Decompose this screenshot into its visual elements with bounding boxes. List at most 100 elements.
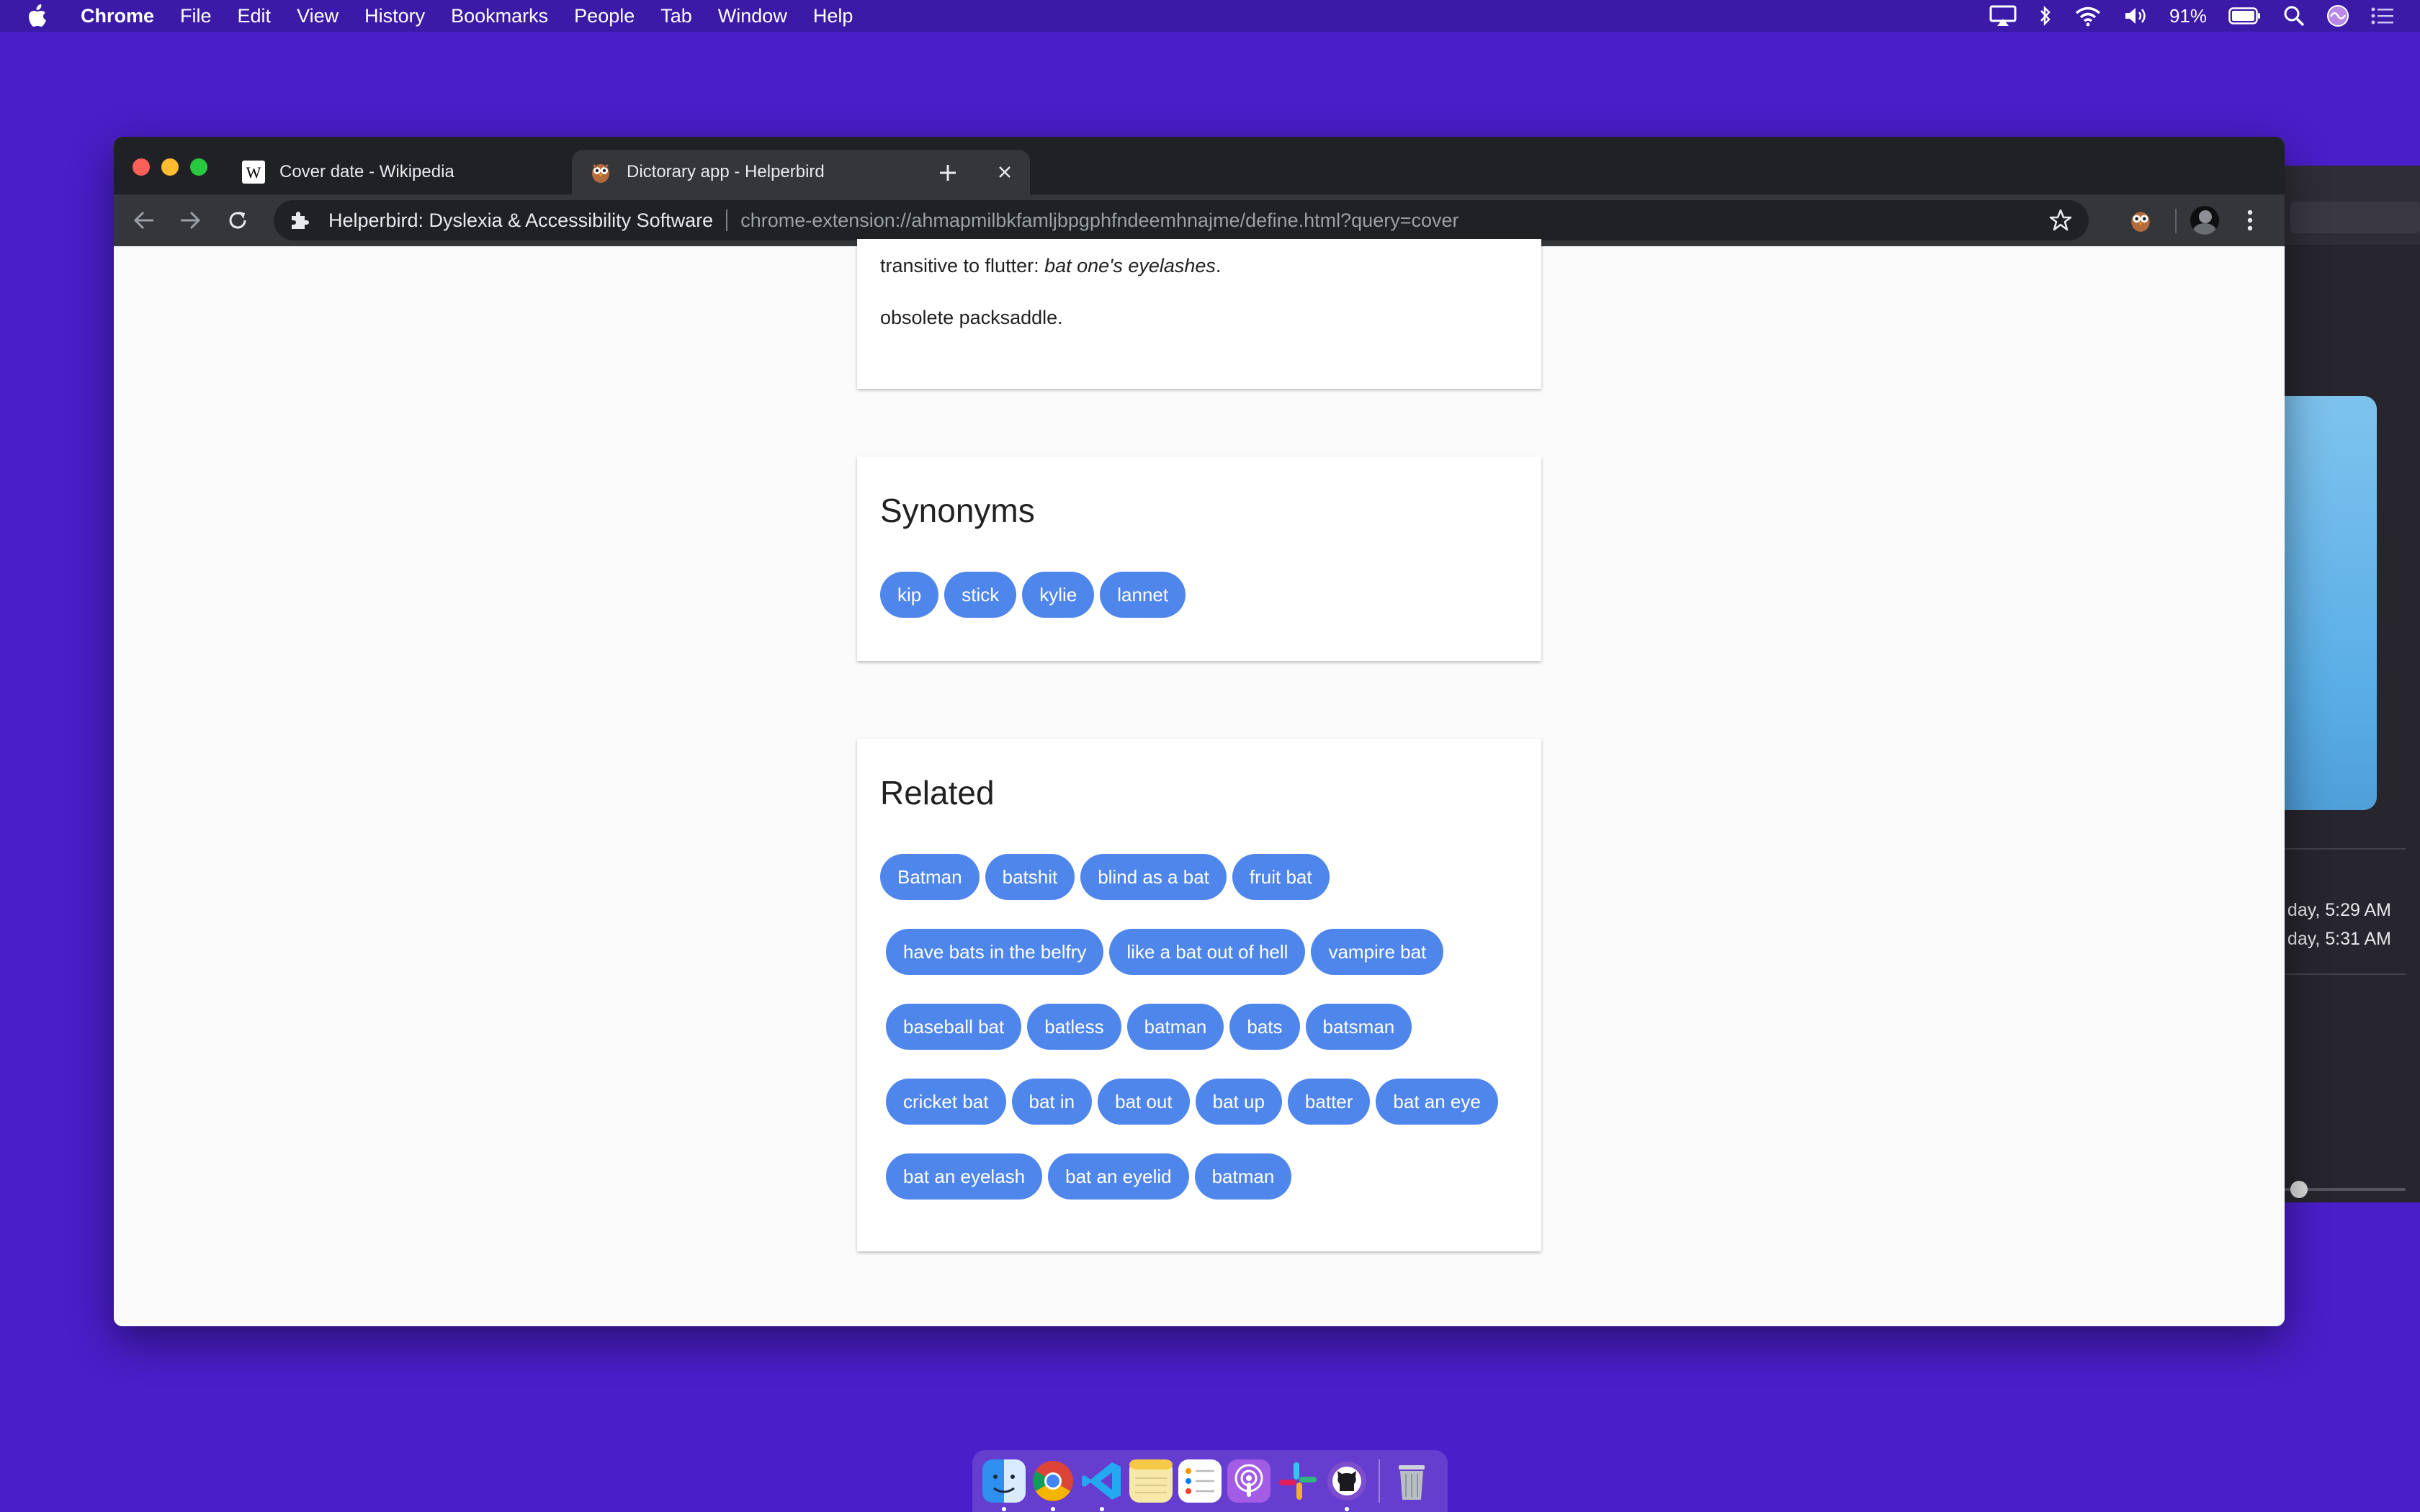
- forward-button[interactable]: [174, 204, 206, 236]
- notes-icon[interactable]: [1129, 1459, 1173, 1503]
- synonym-chip[interactable]: kylie: [1022, 572, 1095, 618]
- spotlight-search-icon[interactable]: [2283, 5, 2305, 27]
- tab-title: Dictorary app - Helperbird: [627, 162, 825, 181]
- reminders-icon[interactable]: [1178, 1459, 1222, 1503]
- definition-line: transitive to flutter: bat one's eyelash…: [880, 255, 1222, 276]
- chip-row: bat an eyelash bat an eyelid batman: [886, 1153, 1498, 1200]
- background-window[interactable]: day, 5:29 AM day, 5:31 AM: [2269, 166, 2420, 1202]
- background-window-thumbnail: [2269, 396, 2377, 810]
- more-vertical-icon: [2247, 210, 2253, 231]
- menu-help[interactable]: Help: [813, 5, 853, 27]
- github-desktop-icon[interactable]: [1325, 1459, 1368, 1511]
- toolbar-separator: [2175, 209, 2177, 233]
- related-chip[interactable]: Batman: [880, 854, 980, 900]
- related-chip[interactable]: batsman: [1305, 1004, 1412, 1050]
- related-chip[interactable]: bats: [1229, 1004, 1300, 1050]
- synonym-chip[interactable]: stick: [944, 572, 1017, 618]
- chrome-icon[interactable]: [1031, 1459, 1075, 1511]
- chrome-menu-button[interactable]: [2234, 204, 2266, 236]
- related-chip[interactable]: bat out: [1098, 1079, 1190, 1125]
- menu-file[interactable]: File: [180, 5, 212, 27]
- menu-tab[interactable]: Tab: [660, 5, 692, 27]
- new-tab-button[interactable]: [931, 156, 965, 190]
- related-chip[interactable]: baseball bat: [886, 1004, 1022, 1050]
- reload-icon: [229, 212, 246, 229]
- airplay-icon[interactable]: [1989, 5, 2017, 27]
- related-chip[interactable]: batter: [1287, 1079, 1371, 1125]
- related-heading: Related: [880, 774, 995, 811]
- helperbird-extension-button[interactable]: [2125, 204, 2156, 236]
- background-window-divider: [2283, 848, 2406, 850]
- related-chip[interactable]: bat an eyelash: [886, 1153, 1043, 1200]
- menu-view[interactable]: View: [297, 5, 339, 27]
- definition-line: obsolete packsaddle.: [880, 307, 1063, 328]
- window-zoom-button[interactable]: [190, 158, 207, 176]
- battery-icon[interactable]: [2228, 6, 2262, 25]
- trash-icon[interactable]: [1390, 1459, 1433, 1503]
- related-chip[interactable]: fruit bat: [1232, 854, 1330, 900]
- background-window-slider-knob[interactable]: [2290, 1181, 2308, 1198]
- background-window-divider: [2283, 973, 2406, 975]
- siri-icon[interactable]: [2326, 4, 2349, 27]
- synonyms-chip-list: kip stick kylie lannet: [880, 572, 1186, 647]
- related-chip[interactable]: cricket bat: [886, 1079, 1006, 1125]
- synonyms-card: Synonyms kip stick kylie lannet: [857, 456, 1541, 661]
- arrow-right-icon: [181, 211, 201, 230]
- related-chip-list: Batman batshit blind as a bat fruit bat …: [880, 854, 1498, 1228]
- related-chip[interactable]: batless: [1027, 1004, 1121, 1050]
- puzzle-icon: [288, 208, 313, 233]
- background-window-time-1: day, 5:29 AM: [2287, 900, 2391, 920]
- tab-close-icon[interactable]: [994, 161, 1016, 183]
- background-window-time-2: day, 5:31 AM: [2287, 929, 2391, 949]
- window-minimize-button[interactable]: [161, 158, 179, 176]
- menu-window[interactable]: Window: [718, 5, 787, 27]
- finder-icon[interactable]: [982, 1459, 1026, 1511]
- dock-separator: [1379, 1459, 1380, 1503]
- related-chip[interactable]: batshit: [985, 854, 1075, 900]
- wifi-icon[interactable]: [2074, 5, 2102, 27]
- related-chip[interactable]: blind as a bat: [1080, 854, 1227, 900]
- bookmark-star-icon[interactable]: [2048, 208, 2073, 233]
- definition-example: bat one's eyelashes: [1044, 255, 1216, 276]
- back-button[interactable]: [128, 204, 160, 236]
- definitions-card: transitive to flutter: bat one's eyelash…: [857, 239, 1541, 389]
- related-chip[interactable]: have bats in the belfry: [886, 929, 1104, 975]
- related-card: Related Batman batshit blind as a bat fr…: [857, 739, 1541, 1251]
- notification-center-icon[interactable]: [2371, 6, 2394, 25]
- vscode-icon[interactable]: [1080, 1459, 1124, 1511]
- menu-edit[interactable]: Edit: [238, 5, 272, 27]
- related-chip[interactable]: batman: [1194, 1153, 1292, 1200]
- volume-icon[interactable]: [2123, 5, 2148, 27]
- related-chip[interactable]: bat an eyelid: [1048, 1153, 1189, 1200]
- address-bar[interactable]: Helperbird: Dyslexia & Accessibility Sof…: [274, 200, 2089, 240]
- owl-icon: [2131, 212, 2150, 232]
- menu-people[interactable]: People: [574, 5, 635, 27]
- menu-bookmarks[interactable]: Bookmarks: [451, 5, 548, 27]
- menu-history[interactable]: History: [364, 5, 425, 27]
- battery-percent: 91%: [2169, 4, 2207, 27]
- site-origin-label: Helperbird: Dyslexia & Accessibility Sof…: [328, 209, 714, 231]
- related-chip[interactable]: bat in: [1011, 1079, 1093, 1125]
- wikipedia-icon: W: [242, 161, 265, 184]
- related-chip[interactable]: bat up: [1195, 1079, 1282, 1125]
- chip-row: have bats in the belfry like a bat out o…: [886, 929, 1498, 975]
- podcasts-icon[interactable]: [1227, 1459, 1270, 1503]
- omnibox-divider: [726, 210, 728, 231]
- chip-row: cricket bat bat in bat out bat up batter…: [886, 1079, 1498, 1125]
- profile-avatar[interactable]: [2190, 206, 2219, 235]
- related-chip[interactable]: like a bat out of hell: [1109, 929, 1306, 975]
- apple-icon[interactable]: [29, 4, 50, 27]
- background-window-search-field[interactable]: [2290, 202, 2420, 233]
- synonym-chip[interactable]: kip: [880, 572, 939, 618]
- related-chip[interactable]: vampire bat: [1311, 929, 1444, 975]
- related-chip[interactable]: bat an eye: [1376, 1079, 1498, 1125]
- reload-button[interactable]: [222, 204, 254, 236]
- url-text[interactable]: chrome-extension://ahmapmilbkfamljbpgphf…: [740, 210, 1458, 232]
- menu-app-chrome[interactable]: Chrome: [81, 5, 154, 27]
- slack-icon[interactable]: [1276, 1459, 1319, 1503]
- bluetooth-icon[interactable]: [2038, 5, 2053, 27]
- synonym-chip[interactable]: lannet: [1100, 572, 1186, 618]
- window-close-button[interactable]: [133, 158, 150, 176]
- related-chip[interactable]: batman: [1126, 1004, 1224, 1050]
- macos-menu-bar: Chrome File Edit View History Bookmarks …: [0, 0, 2420, 32]
